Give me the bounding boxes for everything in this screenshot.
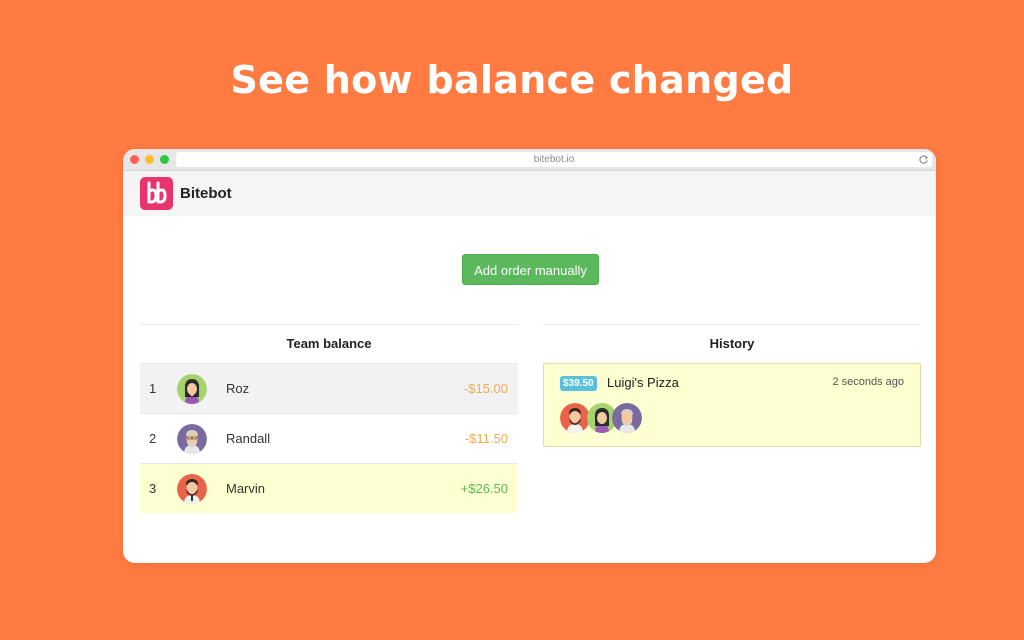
member-name: Marvin [226,481,266,496]
reload-icon[interactable] [918,154,929,165]
entry-timestamp: 2 seconds ago [832,376,904,388]
avatar-randall-icon [177,424,207,457]
team-balance-panel: Team balance 1 Roz -$15.00 2 Randall -$1… [140,324,518,513]
browser-window: bitebot.io Bitebot Add order manually Te… [123,149,936,563]
price-badge: $39.50 [560,376,597,391]
app-header: Bitebot [123,171,936,216]
history-title: History [709,336,755,351]
avatar-randall-icon [612,403,642,438]
rank-number: 2 [149,431,157,446]
minimize-window-dot[interactable] [145,155,154,164]
address-url: bitebot.io [533,154,575,165]
rank-number: 3 [149,481,157,496]
avatar-marvin-icon [560,403,590,438]
table-row[interactable]: 3 Marvin +$26.50 [140,463,518,513]
avatar-marvin-icon [177,474,207,507]
app-name[interactable]: Bitebot [180,185,232,202]
balance-amount: +$26.50 [460,481,508,496]
bitebot-logo-icon[interactable] [140,177,173,210]
history-entry[interactable]: $39.50 Luigi's Pizza 2 seconds ago [543,363,921,447]
page-headline: See how balance changed [230,58,794,102]
balance-amount: -$15.00 [463,381,508,396]
restaurant-name: Luigi's Pizza [607,375,679,390]
maximize-window-dot[interactable] [160,155,169,164]
table-row[interactable]: 1 Roz -$15.00 [140,363,518,413]
member-name: Roz [226,381,250,396]
member-name: Randall [226,431,271,446]
avatar-roz-icon [177,374,207,407]
add-order-button[interactable]: Add order manually [462,254,599,285]
history-panel: History $39.50 Luigi's Pizza 2 seconds a… [543,324,921,447]
close-window-dot[interactable] [130,155,139,164]
team-balance-title: Team balance [286,336,372,351]
address-bar[interactable]: bitebot.io [176,152,932,167]
table-row[interactable]: 2 Randall -$11.50 [140,413,518,463]
browser-chrome: bitebot.io [123,149,936,171]
balance-amount: -$11.50 [464,431,508,446]
rank-number: 1 [149,381,157,396]
